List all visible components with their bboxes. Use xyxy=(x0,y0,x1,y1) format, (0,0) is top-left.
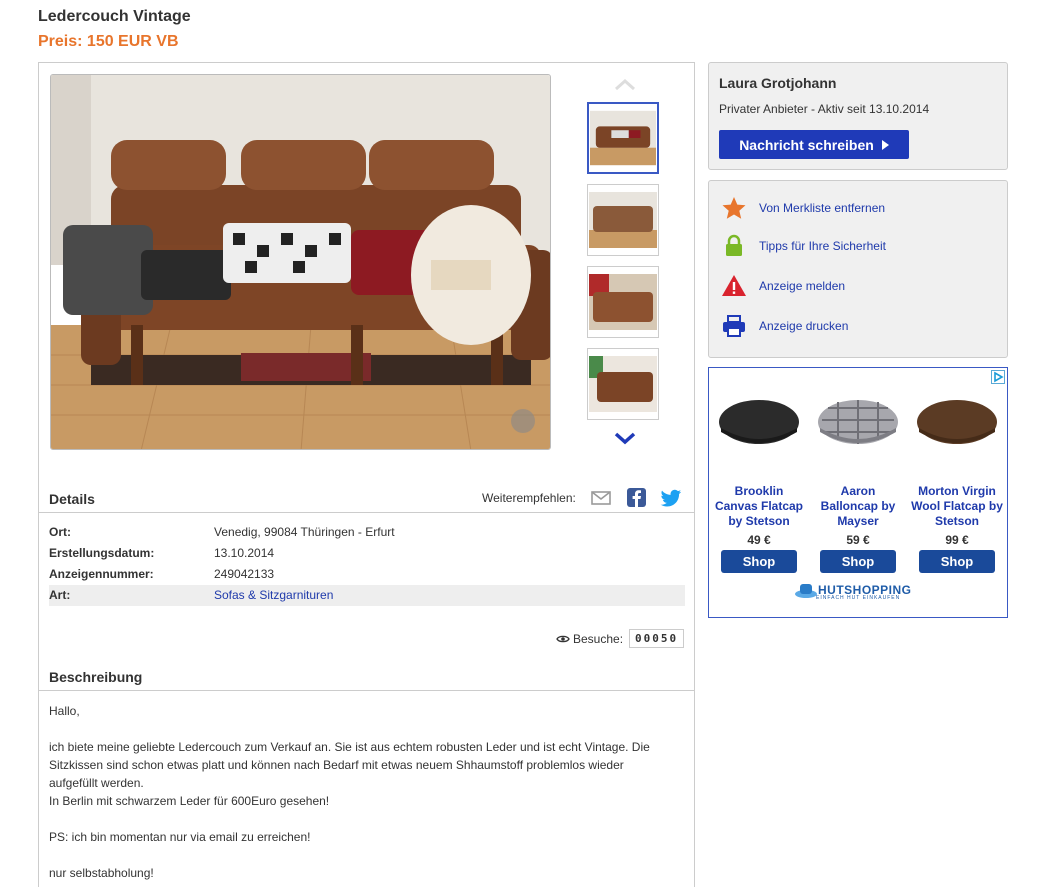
ad-product-name: Brooklin Canvas Flatcap by Stetson xyxy=(714,484,804,528)
detail-key: Art: xyxy=(49,588,71,602)
description-line: ich biete meine geliebte Ledercouch zum … xyxy=(49,740,650,754)
hat-logo-icon xyxy=(795,584,817,598)
listing-main-panel: Details Weiterempfehlen: Ort: Venedig, 9… xyxy=(38,62,695,887)
report-ad-link[interactable]: Anzeige melden xyxy=(721,274,845,298)
ad-product-name: Aaron Balloncap by Mayser xyxy=(820,484,896,528)
balloncap-plaid-image xyxy=(818,400,898,444)
visits-counter: Besuche: 00050 xyxy=(556,629,685,648)
ad-product-price: 59 € xyxy=(846,533,870,547)
category-link[interactable]: Sofas & Sitzgarnituren xyxy=(214,585,333,606)
description-line: In Berlin mit schwarzem Leder für 600Eur… xyxy=(49,794,330,808)
ad-product-2[interactable]: Aaron Balloncap by Mayser 59 € Shop xyxy=(811,388,905,573)
listing-price: Preis: 150 EUR VB xyxy=(38,33,179,50)
printer-icon xyxy=(723,315,745,337)
thumbnail-image xyxy=(589,356,657,412)
description-line: Hallo, xyxy=(49,704,80,718)
thumbnail-image xyxy=(590,110,656,166)
share-label: Weiterempfehlen: xyxy=(482,491,576,505)
details-table: Ort: Venedig, 99084 Thüringen - Erfurt E… xyxy=(49,522,685,606)
send-message-label: Nachricht schreiben xyxy=(739,136,874,153)
print-ad-link[interactable]: Anzeige drucken xyxy=(721,314,848,338)
description-line xyxy=(49,720,679,738)
description-line: aufgefüllt werden. xyxy=(49,776,144,790)
detail-value: Venedig, 99084 Thüringen - Erfurt xyxy=(214,525,395,539)
detail-row-location: Ort: Venedig, 99084 Thüringen - Erfurt xyxy=(49,522,685,543)
eye-icon xyxy=(556,635,570,642)
detail-key: Erstellungsdatum: xyxy=(49,546,155,560)
lock-icon xyxy=(726,234,742,256)
description-line: nur selbstabholung! xyxy=(49,866,154,880)
ad-shop-button[interactable]: Shop xyxy=(919,550,995,573)
seller-card: Laura Grotjohann Privater Anbieter - Akt… xyxy=(708,62,1008,170)
play-arrow-icon xyxy=(881,139,889,150)
seller-name: Laura Grotjohann xyxy=(719,75,837,91)
send-message-button[interactable]: Nachricht schreiben xyxy=(719,130,909,159)
facebook-icon[interactable] xyxy=(625,488,647,508)
visits-count: 00050 xyxy=(629,629,685,648)
brand-tagline: EINFACH HUT EINKAUFEN xyxy=(816,595,901,601)
ad-shop-button[interactable]: Shop xyxy=(721,550,797,573)
description-divider xyxy=(39,690,694,691)
detail-row-date: Erstellungsdatum: 13.10.2014 xyxy=(49,543,685,564)
ad-shop-button[interactable]: Shop xyxy=(820,550,896,573)
detail-row-ad-number: Anzeigennummer: 249042133 xyxy=(49,564,685,585)
gallery-up-icon[interactable] xyxy=(612,77,638,93)
action-label: Anzeige melden xyxy=(759,279,846,293)
gallery-thumbnail-4[interactable] xyxy=(587,348,659,420)
sofa-photo xyxy=(51,75,550,449)
description-line xyxy=(49,810,679,828)
description-line: PS: ich bin momentan nur via email zu er… xyxy=(49,830,311,844)
detail-key: Anzeigennummer: xyxy=(49,567,154,581)
details-divider xyxy=(39,512,694,513)
action-label: Tipps für Ihre Sicherheit xyxy=(759,239,886,253)
action-label: Von Merkliste entfernen xyxy=(759,201,886,215)
ad-product-price: 49 € xyxy=(747,533,771,547)
advertisement-banner[interactable]: Brooklin Canvas Flatcap by Stetson 49 € … xyxy=(708,367,1008,618)
seller-subtitle: Privater Anbieter - Aktiv seit 13.10.201… xyxy=(719,102,930,116)
ad-product-name: Morton Virgin Wool Flatcap by Stetson xyxy=(911,484,1003,528)
flatcap-brown-image xyxy=(917,400,997,444)
star-icon xyxy=(722,197,746,219)
flatcap-black-image xyxy=(719,400,799,444)
thumbnail-image xyxy=(589,274,657,330)
gallery-thumbnail-1[interactable] xyxy=(587,102,659,174)
description-heading: Beschreibung xyxy=(49,669,143,685)
share-bar: Weiterempfehlen: xyxy=(482,488,695,508)
gallery-thumbnail-3[interactable] xyxy=(587,266,659,338)
description-line xyxy=(49,846,679,864)
gallery-down-icon[interactable] xyxy=(611,429,639,447)
description-text: Hallo, ich biete meine geliebte Ledercou… xyxy=(49,702,679,882)
email-icon[interactable] xyxy=(590,488,612,508)
detail-key: Ort: xyxy=(49,525,71,539)
thumbnail-image xyxy=(589,192,657,248)
adchoices-icon[interactable] xyxy=(991,370,1005,384)
detail-row-category: Art: Sofas & Sitzgarnituren xyxy=(49,585,685,606)
ad-product-1[interactable]: Brooklin Canvas Flatcap by Stetson 49 € … xyxy=(712,388,806,573)
action-label: Anzeige drucken xyxy=(759,319,849,333)
gallery-thumbnail-2[interactable] xyxy=(587,184,659,256)
detail-value: 249042133 xyxy=(214,567,275,581)
warning-icon xyxy=(722,275,746,296)
safety-tips-link[interactable]: Tipps für Ihre Sicherheit xyxy=(721,234,886,258)
detail-value: 13.10.2014 xyxy=(214,546,275,560)
listing-title: Ledercouch Vintage xyxy=(38,8,191,25)
actions-panel: Von Merkliste entfernen Tipps für Ihre S… xyxy=(708,180,1008,358)
main-photo[interactable] xyxy=(50,74,551,450)
hutshopping-logo[interactable]: HUTSHOPPING EINFACH HUT EINKAUFEN xyxy=(794,580,912,601)
details-heading: Details xyxy=(49,491,95,507)
remove-from-watchlist-link[interactable]: Von Merkliste entfernen xyxy=(721,196,885,220)
ad-product-3[interactable]: Morton Virgin Wool Flatcap by Stetson 99… xyxy=(910,388,1004,573)
ad-product-price: 99 € xyxy=(945,533,969,547)
visits-label: Besuche: xyxy=(573,631,624,646)
description-line: Sitzkissen sind schon etwas platt und kö… xyxy=(49,758,624,772)
twitter-icon[interactable] xyxy=(660,488,682,508)
